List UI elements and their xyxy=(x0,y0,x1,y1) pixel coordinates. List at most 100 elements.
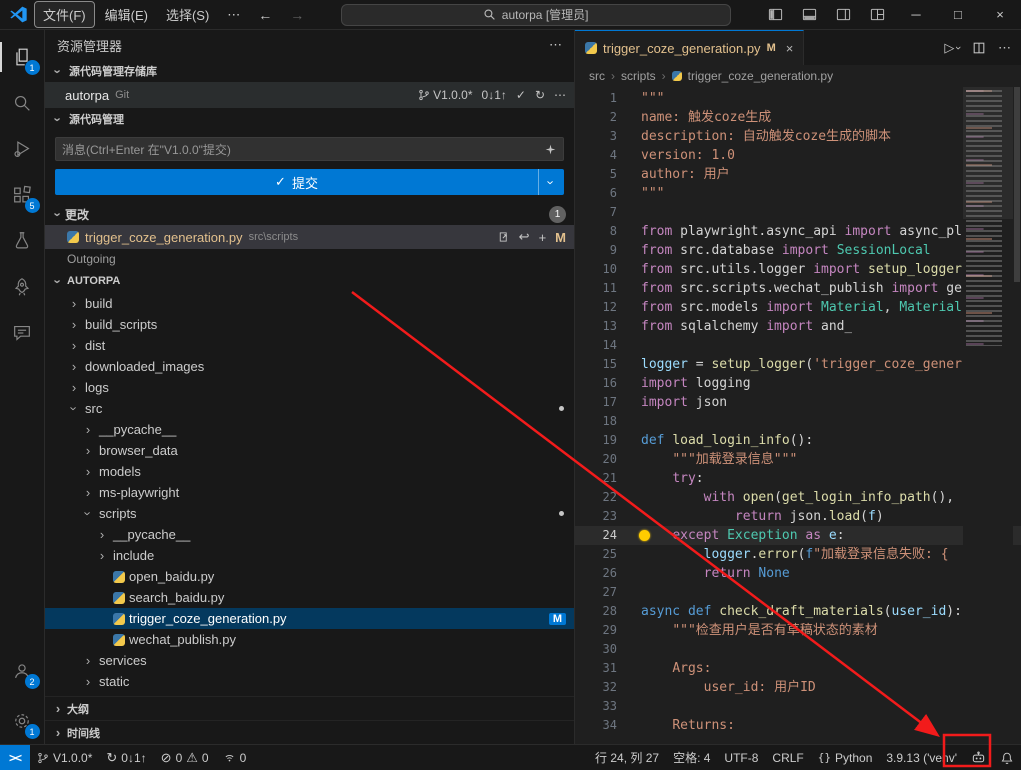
tree-item-services[interactable]: ›services xyxy=(45,650,574,671)
menu-selection[interactable]: 选择(S) xyxy=(158,2,217,27)
repo-more-icon[interactable]: ⋯ xyxy=(554,88,566,102)
outgoing-label[interactable]: Outgoing xyxy=(45,249,574,269)
code-editor[interactable]: 1"""2name: 触发coze生成3description: 自动触发coz… xyxy=(575,87,1021,744)
toggle-sidebar-icon[interactable] xyxy=(759,0,793,29)
customize-layout-icon[interactable] xyxy=(861,0,895,29)
code-line[interactable]: 7 xyxy=(575,203,1021,222)
chat-icon[interactable] xyxy=(0,310,45,356)
tree-item-ms-playwright[interactable]: ›ms-playwright xyxy=(45,482,574,503)
code-line[interactable]: 22 with open(get_login_info_path(), xyxy=(575,488,1021,507)
changed-file-row[interactable]: trigger_coze_generation.py src\scripts ↩… xyxy=(45,225,574,249)
sync-status[interactable]: ↻ 0↓1↑ xyxy=(99,745,153,770)
code-line[interactable]: 29 """检查用户是否有草稿状态的素材 xyxy=(575,621,1021,640)
run-python-file-button[interactable]: ▷› xyxy=(944,40,960,56)
code-line[interactable]: 12from src.models import Material, Mater… xyxy=(575,298,1021,317)
repo-sync-status[interactable]: 0↓1↑ xyxy=(482,88,507,102)
code-line[interactable]: 5author: 用户 xyxy=(575,165,1021,184)
language-mode[interactable]: {} Python xyxy=(811,745,880,770)
code-line[interactable]: 17import json xyxy=(575,393,1021,412)
maximize-button[interactable]: □ xyxy=(937,0,979,29)
forward-button[interactable]: → xyxy=(282,5,312,25)
python-interpreter[interactable]: 3.9.13 ('venv' xyxy=(879,745,964,770)
breadcrumb-file[interactable]: trigger_coze_generation.py xyxy=(688,69,833,83)
branch-status[interactable]: V1.0.0* xyxy=(30,745,99,770)
command-center-search[interactable]: autorpa [管理员] xyxy=(341,4,731,26)
code-line[interactable]: 16import logging xyxy=(575,374,1021,393)
code-line[interactable]: 31 Args: xyxy=(575,659,1021,678)
code-line[interactable]: 33 xyxy=(575,697,1021,716)
code-line[interactable]: 14 xyxy=(575,336,1021,355)
code-line[interactable]: 32 user_id: 用户ID xyxy=(575,678,1021,697)
lightbulb-icon[interactable] xyxy=(639,530,650,541)
back-button[interactable]: ← xyxy=(250,5,280,25)
tree-item-browser_data[interactable]: ›browser_data xyxy=(45,440,574,461)
code-line[interactable]: 2name: 触发coze生成 xyxy=(575,108,1021,127)
section-source-control[interactable]: › 源代码管理 xyxy=(45,108,574,130)
indentation-status[interactable]: 空格: 4 xyxy=(666,745,717,770)
tree-item-__pycache__[interactable]: ›__pycache__ xyxy=(45,524,574,545)
code-line[interactable]: 6""" xyxy=(575,184,1021,203)
extensions-icon[interactable]: 5 xyxy=(0,172,45,218)
tree-item-dist[interactable]: ›dist xyxy=(45,335,574,356)
close-button[interactable]: × xyxy=(979,0,1021,29)
tree-item-__pycache__[interactable]: ›__pycache__ xyxy=(45,419,574,440)
commit-message-input[interactable]: 消息(Ctrl+Enter 在"V1.0.0"提交) xyxy=(55,137,564,161)
ports-status[interactable]: 0 xyxy=(216,745,254,770)
tree-item-build[interactable]: ›build xyxy=(45,293,574,314)
code-line[interactable]: 18 xyxy=(575,412,1021,431)
editor-more-actions-icon[interactable]: ⋯ xyxy=(998,40,1011,56)
tree-item-src[interactable]: ›src xyxy=(45,398,574,419)
section-source-control-repos[interactable]: › 源代码管理存储库 xyxy=(45,60,574,82)
minimize-button[interactable]: ─ xyxy=(895,0,937,29)
code-line[interactable]: 28async def check_draft_materials(user_i… xyxy=(575,602,1021,621)
cursor-position[interactable]: 行 24, 列 27 xyxy=(588,745,666,770)
copilot-icon[interactable] xyxy=(964,745,993,770)
changes-section-header[interactable]: › 更改 1 xyxy=(45,203,574,225)
code-line[interactable]: 24 except Exception as e: xyxy=(575,526,1021,545)
settings-gear-icon[interactable]: 1 xyxy=(0,698,45,744)
code-line[interactable]: 34 Returns: xyxy=(575,716,1021,735)
toggle-secondary-sidebar-icon[interactable] xyxy=(827,0,861,29)
remote-indicator[interactable]: >< xyxy=(0,745,30,770)
tree-item-static[interactable]: ›static xyxy=(45,671,574,692)
commit-dropdown[interactable]: › xyxy=(538,169,564,195)
tree-item-trigger_coze_generation.py[interactable]: ›trigger_coze_generation.pyM xyxy=(45,608,574,629)
code-line[interactable]: 19def load_login_info(): xyxy=(575,431,1021,450)
code-line[interactable]: 11from src.scripts.wechat_publish import… xyxy=(575,279,1021,298)
menu-edit[interactable]: 编辑(E) xyxy=(97,2,156,27)
toggle-panel-icon[interactable] xyxy=(793,0,827,29)
workspace-section-header[interactable]: › AUTORPA xyxy=(45,269,574,293)
testing-beaker-icon[interactable] xyxy=(0,218,45,264)
code-line[interactable]: 1""" xyxy=(575,89,1021,108)
menu-file[interactable]: 文件(F) xyxy=(34,1,95,28)
code-line[interactable]: 13from sqlalchemy import and_ xyxy=(575,317,1021,336)
timeline-section-header[interactable]: › 时间线 xyxy=(45,720,574,744)
breadcrumb-scripts[interactable]: scripts xyxy=(621,69,656,83)
code-line[interactable]: 9from src.database import SessionLocal xyxy=(575,241,1021,260)
eol-status[interactable]: CRLF xyxy=(765,745,810,770)
run-debug-icon[interactable] xyxy=(0,126,45,172)
code-line[interactable]: 27 xyxy=(575,583,1021,602)
commit-check-icon[interactable]: ✓ xyxy=(516,88,526,102)
breadcrumb-src[interactable]: src xyxy=(589,69,605,83)
refresh-icon[interactable]: ↻ xyxy=(535,88,545,102)
commit-button[interactable]: ✓ 提交 › xyxy=(55,169,564,195)
sparkle-icon[interactable] xyxy=(544,143,557,156)
scrollbar[interactable] xyxy=(1013,87,1021,744)
code-line[interactable]: 10from src.utils.logger import setup_log… xyxy=(575,260,1021,279)
encoding-status[interactable]: UTF-8 xyxy=(717,745,765,770)
code-line[interactable]: 4version: 1.0 xyxy=(575,146,1021,165)
account-icon[interactable]: 2 xyxy=(0,648,45,694)
explorer-icon[interactable]: 1 xyxy=(0,34,45,80)
tree-item-wechat_publish.py[interactable]: ›wechat_publish.py xyxy=(45,629,574,650)
tab-trigger-coze-generation[interactable]: trigger_coze_generation.py M × xyxy=(575,30,804,65)
tree-item-search_baidu.py[interactable]: ›search_baidu.py xyxy=(45,587,574,608)
code-line[interactable]: 23 return json.load(f) xyxy=(575,507,1021,526)
stage-changes-icon[interactable]: + xyxy=(539,230,547,245)
tree-item-open_baidu.py[interactable]: ›open_baidu.py xyxy=(45,566,574,587)
code-line[interactable]: 8from playwright.async_api import async_… xyxy=(575,222,1021,241)
tree-item-build_scripts[interactable]: ›build_scripts xyxy=(45,314,574,335)
code-line[interactable]: 30 xyxy=(575,640,1021,659)
tab-close-icon[interactable]: × xyxy=(786,41,794,56)
tree-item-models[interactable]: ›models xyxy=(45,461,574,482)
